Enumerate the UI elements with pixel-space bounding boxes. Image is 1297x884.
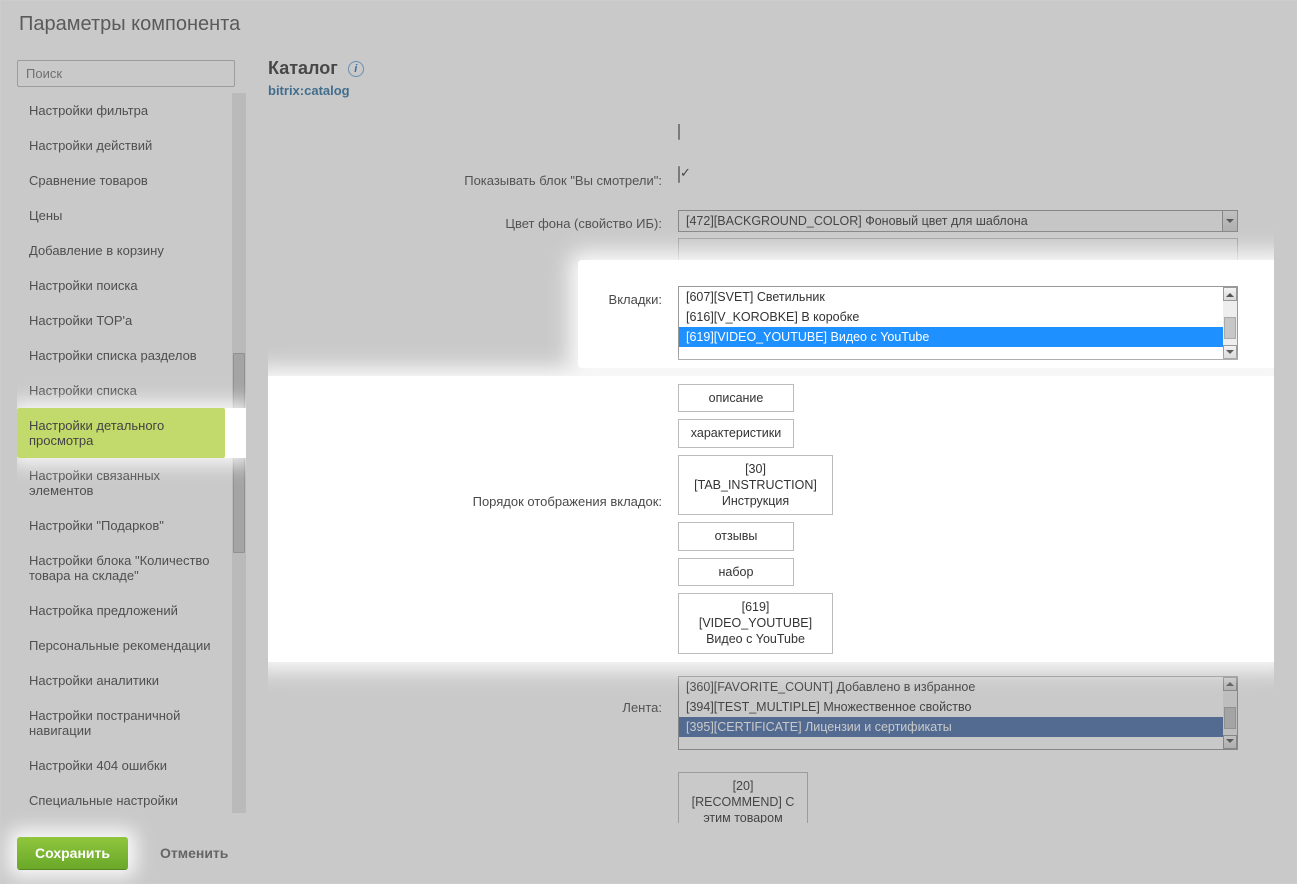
sidebar-item[interactable]: Специальные настройки (17, 783, 225, 813)
order-item[interactable]: характеристики (678, 419, 794, 447)
order-item[interactable]: отзывы (678, 522, 794, 550)
scroll-down-icon[interactable] (1223, 345, 1237, 359)
recommend-item[interactable]: [20][RECOMMEND] С этим товаром покупают (678, 772, 808, 824)
sidebar-item[interactable]: Настройка предложений (17, 593, 225, 628)
cancel-button[interactable]: Отменить (142, 837, 246, 869)
scrollbar-thumb[interactable] (1224, 707, 1236, 729)
listbox-scrollbar[interactable] (1223, 287, 1237, 359)
listbox-lenta[interactable]: [360][FAVORITE_COUNT] Добавлено в избран… (678, 676, 1238, 750)
sidebar-item[interactable]: Цены (17, 198, 225, 233)
listbox-option-selected[interactable]: [619][VIDEO_YOUTUBE] Видео с YouTube (679, 327, 1237, 347)
order-item[interactable]: [30][TAB_INSTRUCTION] Инструкция (678, 455, 833, 516)
label-bgcolor: Цвет фона (свойство ИБ): (268, 210, 678, 231)
label-lenta: Лента: (268, 676, 678, 715)
listbox-option-selected[interactable]: [395][CERTIFICATE] Лицензии и сертификат… (679, 717, 1237, 737)
sidebar-item[interactable]: Персональные рекомендации (17, 628, 225, 663)
sidebar-item[interactable]: Настройки блока "Количество товара на ск… (17, 543, 225, 593)
tab-order-list: описание характеристики [30][TAB_INSTRUC… (678, 384, 1274, 654)
order-item[interactable]: описание (678, 384, 794, 412)
window-title: Параметры компонента (1, 1, 1296, 50)
checkbox[interactable] (678, 124, 680, 140)
select-bgcolor[interactable]: [472][BACKGROUND_COLOR] Фоновый цвет для… (678, 210, 1238, 232)
sidebar-item[interactable]: Настройки действий (17, 128, 225, 163)
page-title: Каталог (268, 58, 338, 79)
scroll-down-icon[interactable] (1223, 735, 1237, 749)
checkbox-viewed[interactable] (678, 166, 680, 183)
scroll-up-icon[interactable] (1223, 287, 1237, 301)
sidebar-item[interactable]: Настройки поиска (17, 268, 225, 303)
sidebar-item[interactable]: Сравнение товаров (17, 163, 225, 198)
save-button[interactable]: Сохранить (17, 837, 128, 869)
component-id: bitrix:catalog (268, 83, 1274, 98)
scrollbar-thumb[interactable] (1224, 317, 1236, 339)
label-tabs: Вкладки: (268, 286, 678, 307)
sidebar-item[interactable]: Настройки ТОР'а (17, 303, 225, 338)
listbox-option[interactable]: [607][SVET] Светильник (679, 287, 1237, 307)
sidebar-item[interactable]: Добавление в корзину (17, 233, 225, 268)
chevron-down-icon[interactable] (1222, 211, 1237, 231)
listbox-option[interactable]: [616][V_KOROBKE] В коробке (679, 307, 1237, 327)
sidebar: Настройки фильтра Настройки действий Сра… (1, 50, 246, 823)
listbox-tabs[interactable]: [607][SVET] Светильник [616][V_KOROBKE] … (678, 286, 1238, 360)
sidebar-list: Настройки фильтра Настройки действий Сра… (17, 93, 246, 813)
info-icon[interactable]: i (348, 61, 364, 77)
listbox-scrollbar[interactable] (1223, 677, 1237, 749)
sidebar-item-active[interactable]: Настройки детального просмотра (17, 408, 225, 458)
sidebar-item[interactable]: Настройки списка (17, 373, 225, 408)
listbox-option[interactable]: [360][FAVORITE_COUNT] Добавлено в избран… (679, 677, 1237, 697)
sidebar-item[interactable]: Настройки постраничной навигации (17, 698, 225, 748)
sidebar-item[interactable]: Настройки связанных элементов (17, 458, 225, 508)
sidebar-item[interactable]: Настройки "Подарков" (17, 508, 225, 543)
search-input[interactable] (17, 60, 235, 87)
order-item[interactable]: [619][VIDEO_YOUTUBE] Видео с YouTube (678, 593, 833, 654)
scroll-up-icon[interactable] (1223, 677, 1237, 691)
sidebar-item[interactable]: Настройки списка разделов (17, 338, 225, 373)
main-panel: Каталог i bitrix:catalog . Показывать бл… (246, 50, 1296, 823)
sidebar-item[interactable]: Настройки аналитики (17, 663, 225, 698)
label-order: Порядок отображения вкладок: (268, 384, 678, 509)
sidebar-item[interactable]: Настройки 404 ошибки (17, 748, 225, 783)
order-item[interactable]: набор (678, 558, 794, 586)
listbox-option[interactable]: [394][TEST_MULTIPLE] Множественное свойс… (679, 697, 1237, 717)
label-viewed: Показывать блок "Вы смотрели": (268, 167, 678, 188)
sidebar-item[interactable]: Настройки фильтра (17, 93, 225, 128)
